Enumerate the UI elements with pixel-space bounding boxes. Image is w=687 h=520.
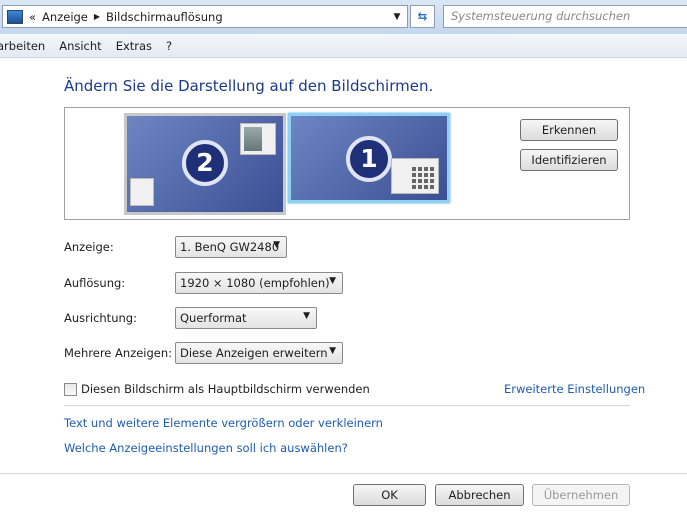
- resolution-value: 1920 × 1080 (empfohlen): [180, 276, 330, 290]
- display-value: 1. BenQ GW2480: [180, 240, 280, 254]
- chevron-down-icon: ▼: [329, 346, 336, 356]
- menu-ansicht[interactable]: Ansicht: [59, 39, 101, 53]
- ok-button[interactable]: OK: [353, 484, 426, 506]
- multiple-displays-value: Diese Anzeigen erweitern: [180, 346, 328, 360]
- resolution-label: Auflösung:: [64, 276, 126, 290]
- divider: [0, 473, 687, 474]
- chevron-left-double-icon[interactable]: «: [29, 10, 36, 24]
- search-input[interactable]: Systemsteuerung durchsuchen: [443, 5, 687, 28]
- orientation-value: Querformat: [180, 311, 247, 325]
- menu-help[interactable]: ?: [166, 39, 172, 53]
- refresh-icon[interactable]: ⇆: [410, 5, 435, 28]
- start-menu-icon: [130, 178, 154, 206]
- divider: [64, 405, 630, 406]
- identify-button[interactable]: Identifizieren: [520, 149, 618, 171]
- detect-button[interactable]: Erkennen: [520, 119, 618, 141]
- cancel-button[interactable]: Abbrechen: [435, 484, 524, 506]
- monitor-number-badge: 2: [182, 140, 228, 186]
- control-panel-icon: [7, 9, 23, 24]
- advanced-settings-link[interactable]: Erweiterte Einstellungen: [504, 382, 645, 396]
- apply-button[interactable]: Übernehmen: [532, 484, 630, 506]
- display-label: Anzeige:: [64, 240, 114, 254]
- resolution-select[interactable]: 1920 × 1080 (empfohlen) ▼: [175, 272, 343, 294]
- window-thumbnail-icon: [240, 123, 276, 155]
- menu-extras[interactable]: Extras: [116, 39, 152, 53]
- menu-bar: arbeiten Ansicht Extras ?: [0, 34, 687, 58]
- menu-bearbeiten[interactable]: arbeiten: [0, 39, 45, 53]
- monitor-2[interactable]: 2: [124, 113, 286, 215]
- page-title: Ändern Sie die Darstellung auf den Bilds…: [64, 77, 434, 95]
- breadcrumb-bildschirmaufloesung[interactable]: Bildschirmauflösung: [106, 10, 223, 24]
- multiple-displays-select[interactable]: Diese Anzeigen erweitern ▼: [175, 342, 343, 364]
- dropdown-arrow-icon[interactable]: ▼: [387, 12, 407, 22]
- monitor-number-badge: 1: [346, 136, 392, 182]
- chevron-down-icon: ▼: [329, 276, 336, 286]
- orientation-label: Ausrichtung:: [64, 311, 137, 325]
- chevron-down-icon: ▼: [303, 311, 310, 321]
- main-display-checkbox[interactable]: [64, 383, 77, 396]
- control-panel-thumbnail-icon: [391, 158, 439, 194]
- breadcrumb-separator-icon: ▶: [93, 12, 101, 21]
- address-bar[interactable]: « Anzeige ▶ Bildschirmauflösung ▼: [2, 5, 408, 28]
- orientation-select[interactable]: Querformat ▼: [175, 307, 317, 329]
- breadcrumb-anzeige[interactable]: Anzeige: [42, 10, 88, 24]
- monitor-1[interactable]: 1: [288, 113, 450, 203]
- chevron-down-icon: ▼: [273, 240, 280, 250]
- display-select[interactable]: 1. BenQ GW2480 ▼: [175, 236, 287, 258]
- which-settings-link[interactable]: Welche Anzeigeeinstellungen soll ich aus…: [64, 441, 348, 455]
- main-display-checkbox-label[interactable]: Diesen Bildschirm als Hauptbildschirm ve…: [81, 382, 370, 396]
- text-size-link[interactable]: Text und weitere Elemente vergrößern ode…: [64, 416, 383, 430]
- multiple-displays-label: Mehrere Anzeigen:: [64, 346, 173, 360]
